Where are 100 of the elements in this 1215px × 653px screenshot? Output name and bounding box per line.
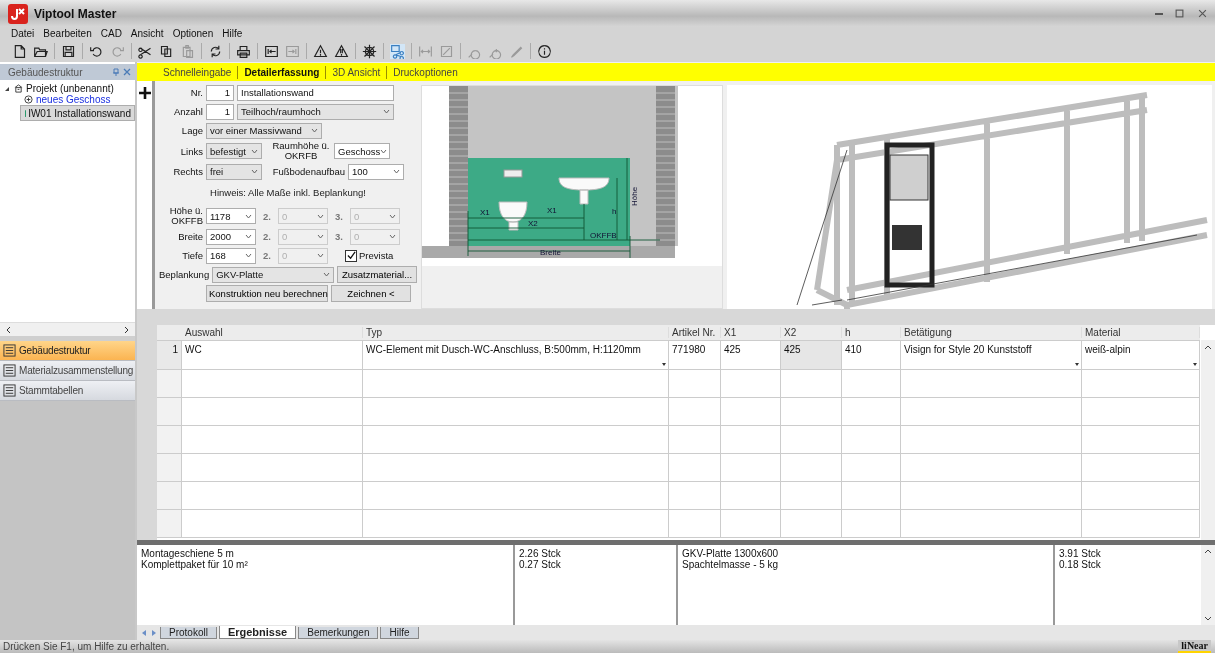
nav-button[interactable]: Gebäudestruktur (0, 341, 135, 361)
result-item: GKV-Platte 1300x600 (682, 548, 780, 559)
height-type-dropdown[interactable]: Teilhoch/raumhoch (237, 103, 394, 120)
share-icon[interactable] (390, 43, 405, 59)
pin-icon[interactable] (112, 68, 120, 76)
scroll-up-icon[interactable] (1204, 548, 1212, 554)
copy-icon[interactable] (159, 43, 174, 59)
tab[interactable]: Detailerfassung (238, 66, 326, 78)
menu-item[interactable]: Hilfe (222, 28, 243, 39)
menu-item[interactable]: Optionen (172, 28, 214, 39)
count-field[interactable]: 1 (206, 103, 234, 120)
vertical-scrollbar[interactable] (1201, 545, 1215, 625)
hint-text: Hinweis: Alle Maße inkl. Beplankung! (209, 186, 367, 200)
tree-item[interactable]: IW01 Installationswand (20, 105, 135, 121)
field-label: Fußbodenaufbau (271, 166, 345, 177)
scroll-down-icon[interactable] (1204, 616, 1212, 622)
field-label: 2. (263, 210, 272, 222)
name-field[interactable]: Installationswand (237, 84, 394, 101)
table-cell[interactable]: Visign for Style 20 Kunststoff (901, 341, 1082, 369)
bottom-tab[interactable]: Ergebnisse (218, 626, 297, 639)
horizontal-scrollbar[interactable] (0, 322, 135, 336)
position-dropdown[interactable]: vor einer Massivwand (206, 122, 322, 139)
cladding-dropdown[interactable]: GKV-Platte (212, 266, 335, 283)
bottom-tab[interactable]: Protokoll (160, 626, 217, 639)
nav-button[interactable]: Materialzusammenstellung (0, 361, 135, 381)
bottom-tab[interactable]: Hilfe (380, 626, 419, 639)
dimension-dropdown[interactable]: 1178 (206, 208, 256, 224)
column-header[interactable]: Artikel Nr. (669, 327, 721, 338)
nav-button[interactable]: Stammtabellen (0, 381, 135, 401)
expand-arrow-icon[interactable] (4, 85, 11, 92)
left-dropdown[interactable]: befestigt (206, 143, 262, 159)
list-icon (3, 384, 16, 397)
additional-material-button[interactable]: Zusatzmaterial... (337, 266, 417, 283)
menu-item[interactable]: CAD (100, 28, 122, 39)
tab[interactable]: 3D Ansicht (326, 66, 387, 78)
right-dropdown[interactable]: frei (206, 163, 262, 180)
print-icon[interactable] (236, 43, 251, 59)
bottom-tab[interactable]: Bemerkungen (298, 626, 379, 639)
close-icon[interactable] (1198, 9, 1207, 18)
warning-icon[interactable] (334, 43, 349, 59)
new-file-icon[interactable] (12, 43, 27, 59)
column-header[interactable]: Typ (363, 327, 669, 338)
menu-item[interactable]: Bearbeiten (43, 28, 92, 39)
column-header[interactable]: Auswahl (182, 327, 363, 338)
table-cell: 425 (781, 341, 842, 369)
column-header[interactable]: Material (1082, 327, 1200, 338)
status-text: Drücken Sie F1, um Hilfe zu erhalten. (3, 641, 170, 652)
result-quantity: 2.26 Stck (519, 548, 562, 559)
tree-item[interactable]: neues Geschoss (0, 94, 135, 105)
number-field[interactable]: 1 (206, 84, 234, 101)
scroll-left-icon[interactable] (5, 325, 11, 334)
menu-item[interactable]: Ansicht (130, 28, 164, 39)
field-label: Nr. (189, 87, 203, 98)
table-cell[interactable]: weiß-alpin (1082, 341, 1200, 369)
save-icon[interactable] (61, 43, 76, 59)
action-button[interactable]: Konstruktion neu berechnen (206, 285, 328, 302)
caret-icon (380, 148, 388, 154)
scroll-up-icon[interactable] (1204, 344, 1212, 350)
table-cell[interactable]: WC-Element mit Dusch-WC-Anschluss, B:500mm, H:1120mm (363, 341, 669, 369)
menu-item[interactable]: Datei (11, 28, 35, 39)
prevista-checkbox[interactable]: Prevista (345, 249, 394, 262)
add-circle-icon (24, 95, 33, 104)
table-cell: 771980 (669, 341, 721, 369)
result-quantity: 3.91 Stck (1059, 548, 1102, 559)
field-label: Tiefe (181, 250, 203, 261)
field-label: Breite (177, 231, 203, 242)
tab[interactable]: Druckoptionen (387, 66, 464, 78)
column-header[interactable]: h (842, 327, 901, 338)
dimension-dropdown[interactable]: 168 (206, 247, 256, 264)
column-header[interactable]: X1 (721, 327, 781, 338)
tree-item[interactable]: Projekt (unbenannt) (0, 83, 135, 94)
info-icon[interactable] (537, 43, 552, 59)
field-label: Rechts (172, 166, 203, 177)
building-icon (14, 84, 23, 93)
next-arrow-icon[interactable] (150, 628, 158, 637)
result-quantity: 0.18 Stck (1059, 559, 1102, 570)
close-icon[interactable] (123, 68, 131, 76)
floor-build-up-dropdown[interactable]: 100 (348, 163, 404, 180)
minimize-icon[interactable] (1155, 12, 1163, 15)
caret-icon (245, 213, 252, 219)
vertical-scrollbar[interactable] (1201, 340, 1215, 540)
dimension-dropdown[interactable]: 2000 (206, 228, 256, 245)
previous-arrow-icon[interactable] (140, 628, 148, 637)
room-height-dropdown[interactable]: Geschoss (334, 143, 390, 159)
maximize-icon[interactable] (1175, 9, 1184, 18)
column-header[interactable]: X2 (781, 327, 842, 338)
app-logo-icon (8, 3, 28, 24)
tab[interactable]: Schnelleingabe (157, 66, 238, 78)
row-number: 1 (157, 341, 182, 369)
field-label: 3. (335, 231, 344, 242)
refresh-icon[interactable] (208, 43, 223, 59)
add-icon[interactable] (138, 87, 151, 99)
column-header[interactable]: Betätigung (901, 327, 1082, 338)
list-icon (3, 364, 16, 377)
action-button[interactable]: Zeichnen < (331, 285, 411, 302)
settings-icon[interactable] (362, 43, 377, 59)
field-label: Raumhöhe ü. OKRFB (271, 141, 331, 161)
warning-icon[interactable] (313, 43, 328, 59)
scroll-right-icon[interactable] (124, 325, 130, 334)
import-icon[interactable] (264, 43, 279, 59)
